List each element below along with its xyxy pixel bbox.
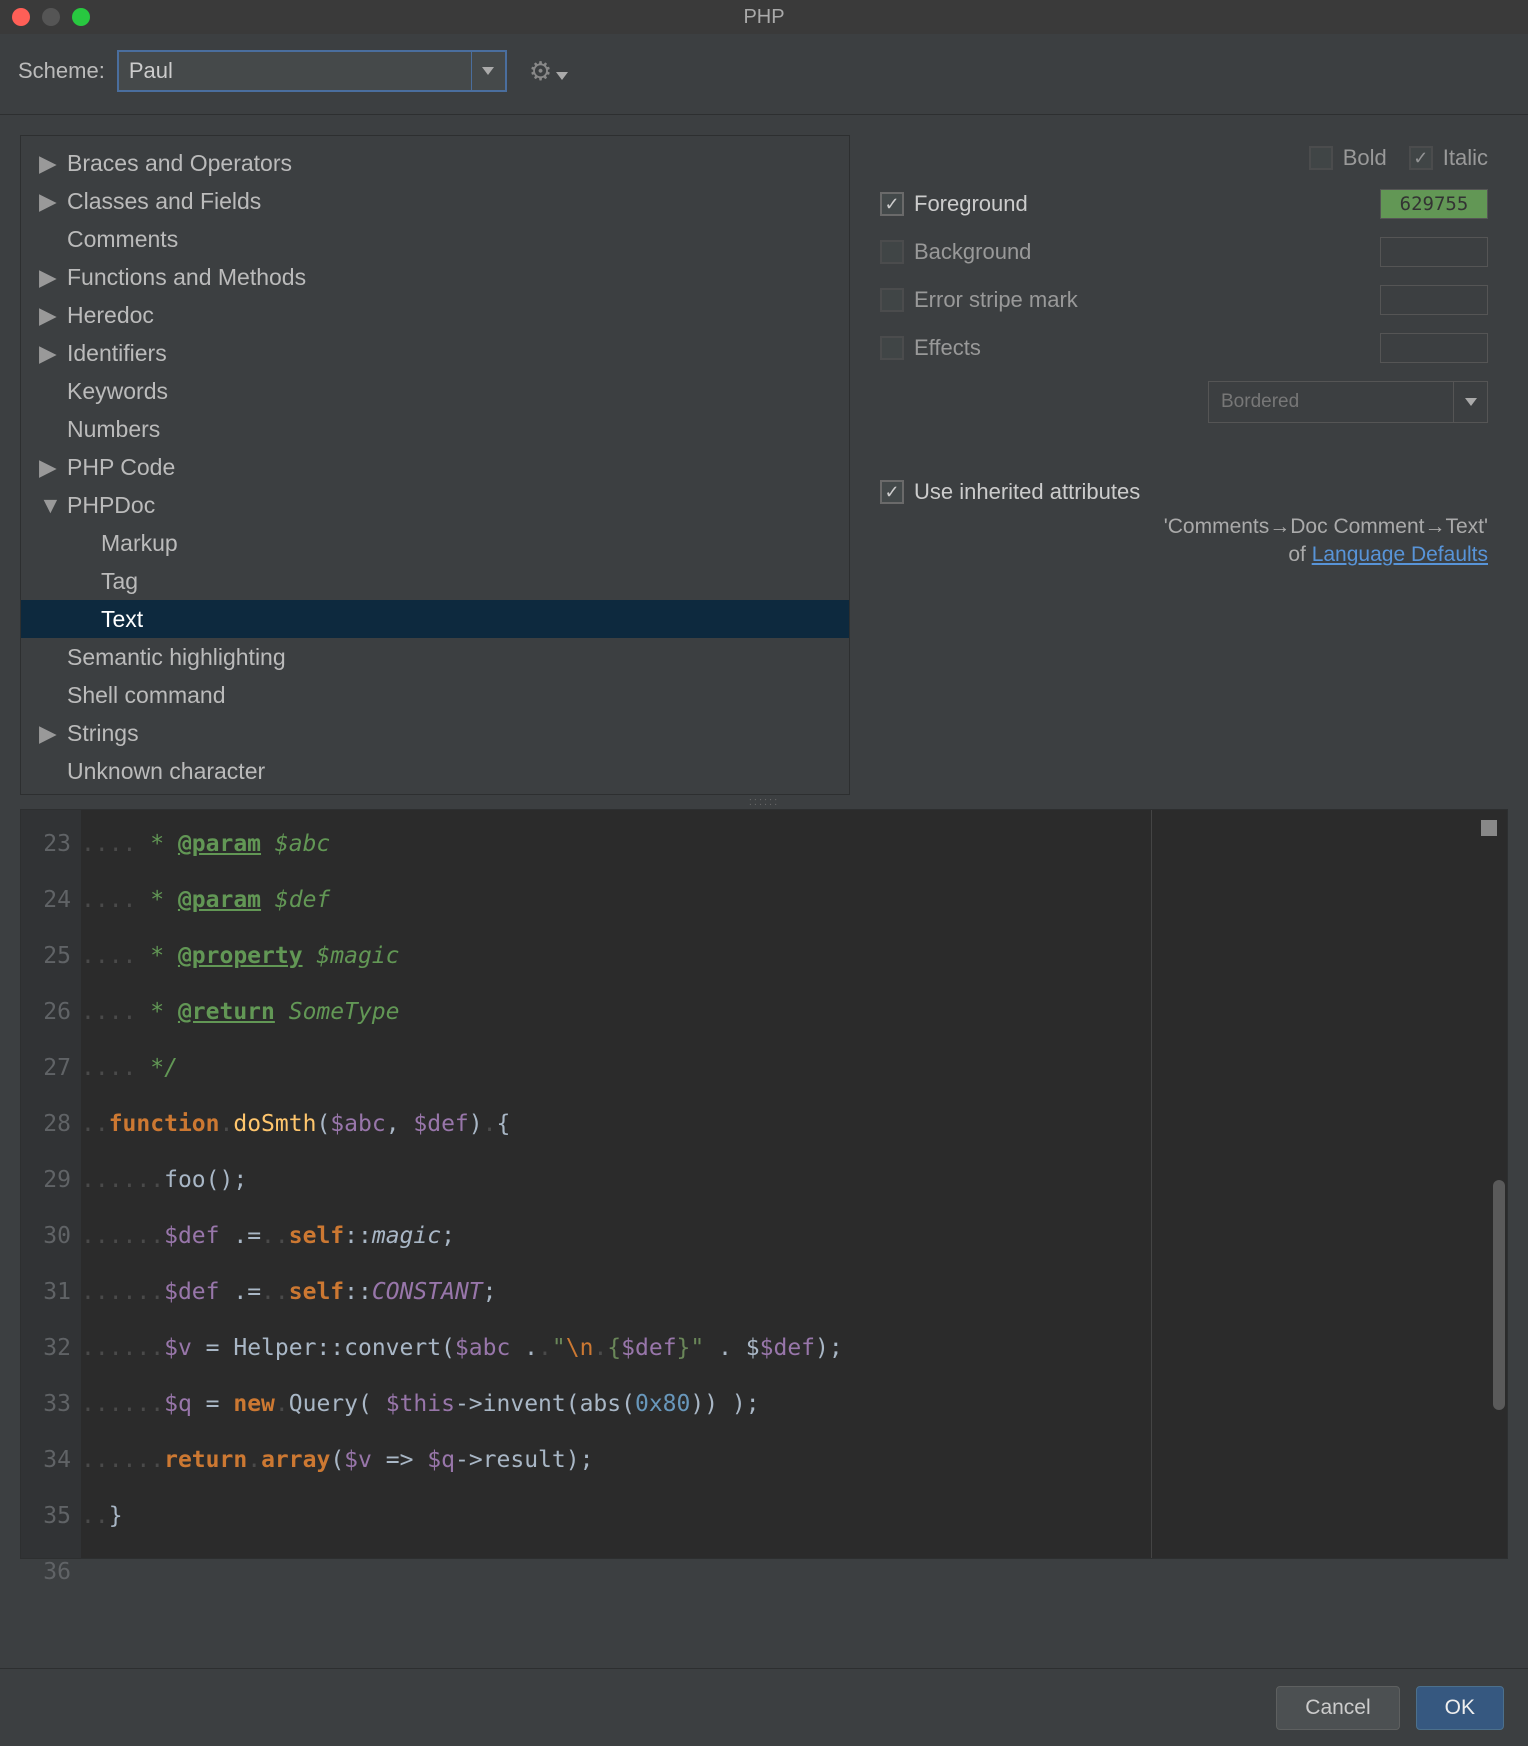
inherit-path-text: 'Comments→Doc Comment→Text' [1164,515,1488,538]
chevron-down-icon [556,56,568,87]
errorstripe-color-swatch[interactable] [1380,285,1488,315]
background-label: Background [914,239,1031,265]
scheme-select[interactable]: Paul [117,50,507,92]
inherit-checkbox[interactable]: Use inherited attributes [880,479,1488,505]
tree-item[interactable]: ▶Identifiers [21,334,849,372]
tree-item[interactable]: Numbers [21,410,849,448]
tree-item-label: Keywords [67,378,168,405]
bold-checkbox[interactable]: Bold [1309,145,1387,171]
inherit-label: Use inherited attributes [914,479,1140,505]
tree-item-label: PHP Code [67,454,175,481]
foreground-checkbox[interactable]: Foreground [880,191,1028,217]
minimize-window-button [42,8,60,26]
chevron-down-icon [471,52,505,90]
maximize-window-button[interactable] [72,8,90,26]
italic-checkbox[interactable]: Italic [1409,145,1488,171]
inherit-source-link[interactable]: Language Defaults [1312,543,1488,566]
preview-editor[interactable]: 2324252627282930313233343536 .... * @par… [20,809,1508,1559]
tree-item-label: Numbers [67,416,160,443]
inherit-path: 'Comments→Doc Comment→Text' of Language … [880,515,1488,567]
tree-item[interactable]: Unknown character [21,752,849,790]
checkbox-icon [880,288,904,312]
tree-item[interactable]: ▶PHP Code [21,448,849,486]
tree-item[interactable]: ▶Heredoc [21,296,849,334]
tree-toggle-icon: ▶ [39,302,67,329]
tree-item-label: PHPDoc [67,492,155,519]
tree-item[interactable]: ▶Braces and Operators [21,144,849,182]
gutter: 2324252627282930313233343536 [21,810,81,1558]
attribute-settings-panel: Bold Italic Foreground 629755 Background [880,135,1508,795]
overview-marker [1481,820,1497,836]
tree-item[interactable]: ▶Strings [21,714,849,752]
tree-item[interactable]: ▶Classes and Fields [21,182,849,220]
tree-toggle-icon: ▶ [39,264,67,291]
checkbox-icon [880,192,904,216]
ok-button[interactable]: OK [1416,1686,1504,1730]
code-area[interactable]: .... * @param $abc.... * @param $def....… [81,810,1507,1558]
tree-item[interactable]: Comments [21,220,849,258]
overview-ruler [1151,810,1152,1558]
tree-item-label: Strings [67,720,139,747]
tree-item-label: Identifiers [67,340,167,367]
tree-item[interactable]: Tag [21,562,849,600]
checkbox-icon [1409,146,1433,170]
tree-item-label: Tag [101,568,138,595]
attributes-tree[interactable]: ▶Braces and Operators▶Classes and Fields… [20,135,850,795]
tree-item[interactable]: Semantic highlighting [21,638,849,676]
checkbox-icon [880,480,904,504]
bold-label: Bold [1343,145,1387,171]
errorstripe-label: Error stripe mark [914,287,1078,313]
tree-item[interactable]: ▼PHPDoc [21,486,849,524]
errorstripe-checkbox[interactable]: Error stripe mark [880,287,1078,313]
tree-item-label: Heredoc [67,302,154,329]
close-window-button[interactable] [12,8,30,26]
window-title: PHP [743,6,784,29]
tree-item[interactable]: Keywords [21,372,849,410]
scheme-actions-button[interactable]: ⚙ [529,56,568,87]
foreground-label: Foreground [914,191,1028,217]
tree-toggle-icon: ▶ [39,150,67,177]
scrollbar-thumb[interactable] [1493,1180,1505,1410]
tree-item[interactable]: Shell command [21,676,849,714]
cancel-button[interactable]: Cancel [1276,1686,1399,1730]
italic-label: Italic [1443,145,1488,171]
tree-item-label: Semantic highlighting [67,644,286,671]
tree-item[interactable]: ▶Functions and Methods [21,258,849,296]
tree-item-label: Text [101,606,143,633]
effects-type-value: Bordered [1221,391,1299,413]
effects-type-select[interactable]: Bordered [1208,381,1488,423]
scheme-select-value: Paul [129,58,173,84]
horizontal-splitter[interactable]: :::::: [0,795,1528,809]
tree-item-label: Markup [101,530,178,557]
background-color-swatch[interactable] [1380,237,1488,267]
tree-item-label: Functions and Methods [67,264,306,291]
inherit-of-text: of [1288,543,1311,566]
tree-item-label: Shell command [67,682,226,709]
tree-item-label: Braces and Operators [67,150,292,177]
tree-item-label: Comments [67,226,178,253]
tree-item-label: Classes and Fields [67,188,261,215]
tree-toggle-icon: ▶ [39,454,67,481]
tree-item-label: Unknown character [67,758,265,785]
checkbox-icon [1309,146,1333,170]
effects-color-swatch[interactable] [1380,333,1488,363]
chevron-down-icon [1453,382,1487,422]
tree-toggle-icon: ▼ [39,492,67,519]
tree-toggle-icon: ▶ [39,720,67,747]
effects-checkbox[interactable]: Effects [880,335,981,361]
tree-toggle-icon: ▶ [39,188,67,215]
gear-icon: ⚙ [529,56,552,87]
tree-item[interactable]: Markup [21,524,849,562]
tree-item[interactable]: Text [21,600,849,638]
background-checkbox[interactable]: Background [880,239,1031,265]
scheme-label: Scheme: [18,58,105,84]
titlebar: PHP [0,0,1528,34]
checkbox-icon [880,240,904,264]
checkbox-icon [880,336,904,360]
foreground-color-swatch[interactable]: 629755 [1380,189,1488,219]
dialog-footer: Cancel OK [0,1668,1528,1746]
effects-label: Effects [914,335,981,361]
tree-toggle-icon: ▶ [39,340,67,367]
